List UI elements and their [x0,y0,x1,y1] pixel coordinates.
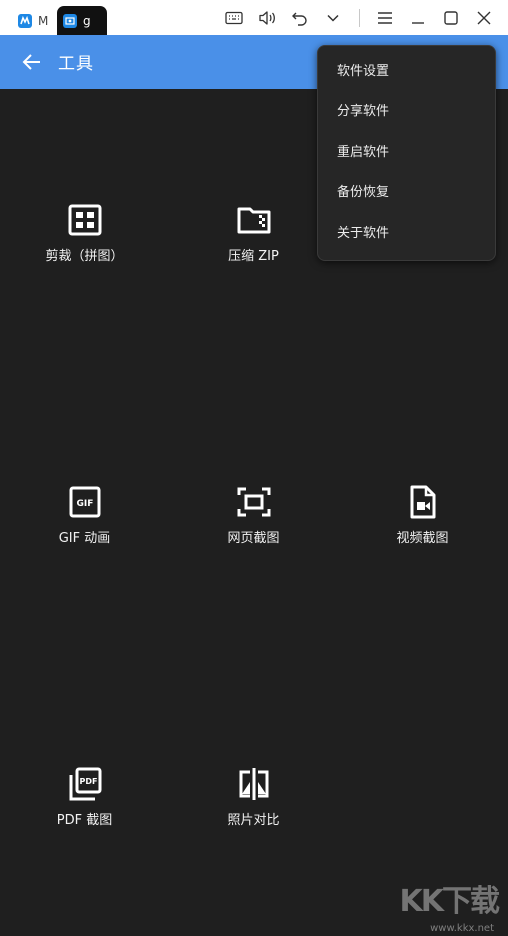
window-controls [211,8,494,28]
titlebar-divider [359,9,360,27]
tool-pdf-screenshot[interactable]: PDF PDF 截图 [0,767,169,857]
tool-compress-zip[interactable]: 压缩 ZIP [169,203,338,293]
page-title: 工具 [58,54,94,74]
tab-1-label: M [38,13,48,28]
grid-icon [68,203,102,237]
overflow-menu: 软件设置 分享软件 重启软件 备份恢复 关于软件 [317,45,496,261]
tool-video-screenshot[interactable]: 视频截图 [338,485,507,575]
tool-crop-collage[interactable]: 剪裁（拼图） [0,203,169,293]
gif-icon: GIF [68,485,102,519]
screen-capture-icon [237,485,271,519]
tool-label: 网页截图 [227,531,280,546]
zip-folder-icon [237,203,271,237]
menu-item-settings[interactable]: 软件设置 [337,62,389,82]
tool-gif-animation[interactable]: GIF GIF 动画 [0,485,169,575]
watermark: KK下载 www.kkx.net [394,878,504,934]
tool-webpage-screenshot[interactable]: 网页截图 [169,485,338,575]
watermark-url: www.kkx.net [430,923,494,934]
tool-label: PDF 截图 [56,813,113,828]
tool-label: 视频截图 [396,531,449,546]
back-arrow-icon[interactable] [20,50,44,74]
menu-item-about[interactable]: 关于软件 [337,224,389,244]
pdf-icon: PDF [68,767,102,801]
menu-item-backup-restore[interactable]: 备份恢复 [337,183,389,203]
tool-label: 剪裁（拼图） [45,249,124,264]
video-file-icon [406,485,440,519]
tool-photo-compare[interactable]: 照片对比 [169,767,338,857]
undo-icon[interactable] [290,8,310,28]
compare-icon [237,767,271,801]
tab-2-active[interactable]: g [57,6,107,35]
app-logo-icon [18,13,32,28]
volume-icon[interactable] [257,8,277,28]
window-titlebar: M g [0,0,508,35]
menu-icon[interactable] [375,8,395,28]
menu-item-restart[interactable]: 重启软件 [337,143,389,163]
tab-2-label: g [83,13,91,28]
tool-label: 照片对比 [227,813,280,828]
gallery-app-icon [63,13,77,28]
watermark-logo: KK下载 [399,884,500,919]
svg-text:GIF: GIF [77,499,94,509]
keyboard-icon[interactable] [224,8,244,28]
svg-text:PDF: PDF [80,777,98,786]
close-icon[interactable] [474,8,494,28]
chevron-down-icon[interactable] [323,8,343,28]
menu-item-share[interactable]: 分享软件 [337,102,389,122]
tab-1[interactable]: M [12,6,52,35]
tool-label: GIF 动画 [58,531,111,546]
tool-label: 压缩 ZIP [228,249,279,264]
maximize-icon[interactable] [441,8,461,28]
minimize-icon[interactable] [408,8,428,28]
